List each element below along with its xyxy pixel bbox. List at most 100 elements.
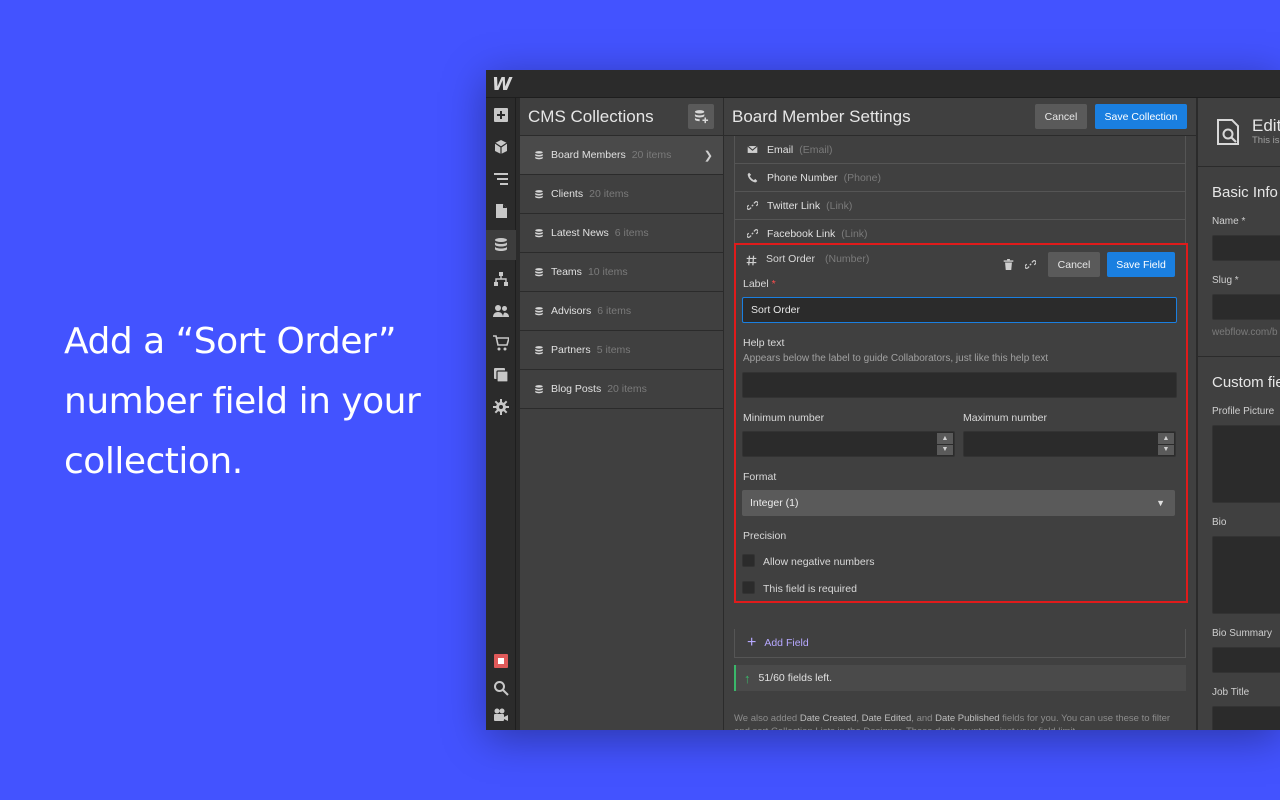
collection-count: 5 items	[596, 344, 631, 356]
cms-database-icon[interactable]	[486, 230, 516, 260]
left-toolbar: ?	[486, 98, 516, 730]
chevron-down-icon[interactable]: ▼	[1158, 444, 1174, 455]
label-input[interactable]: Sort Order	[742, 297, 1177, 323]
bio-input[interactable]	[1212, 536, 1280, 614]
minimum-number-stepper[interactable]: ▲ ▼	[937, 433, 953, 455]
envelope-icon	[747, 145, 758, 153]
save-field-button[interactable]: Save Field	[1107, 252, 1175, 277]
field-type: (Link)	[841, 227, 868, 240]
cube-icon[interactable]	[486, 132, 516, 162]
save-collection-button[interactable]: Save Collection	[1095, 104, 1187, 129]
collection-name: Advisors	[551, 305, 592, 317]
collection-item[interactable]: Blog Posts 20 items	[520, 370, 723, 409]
slug-input[interactable]	[1212, 294, 1280, 320]
help-text-subtitle: Appears below the label to guide Collabo…	[743, 353, 1049, 364]
field-row-email[interactable]: Email (Email)	[734, 136, 1186, 164]
link-icon	[747, 201, 758, 210]
chevron-right-icon: ❯	[703, 150, 713, 162]
minimum-number-heading: Minimum number	[743, 412, 825, 424]
field-type: (Email)	[799, 143, 833, 156]
precision-heading: Precision	[743, 530, 787, 542]
collections-header: CMS Collections	[520, 98, 723, 136]
label-heading: Label *	[743, 278, 776, 290]
cms-collections-panel: CMS Collections Board Members 20 items ❯ Cl…	[520, 98, 724, 730]
sort-order-field-editor: Sort Order (Number) Cancel Save Field La…	[734, 243, 1188, 603]
required-checkbox[interactable]	[742, 581, 755, 594]
maximum-number-input[interactable]: ▲ ▼	[963, 431, 1176, 457]
required-label: This field is required	[763, 583, 857, 595]
help-icon[interactable]: ?	[486, 727, 516, 730]
collection-count: 20 items	[631, 149, 672, 161]
settings-title: Board Member Settings	[732, 107, 911, 126]
link-icon[interactable]	[1025, 259, 1036, 270]
number-hash-icon	[746, 255, 757, 266]
collection-count: 20 items	[607, 383, 647, 395]
editor-field-name: Sort Order	[766, 253, 816, 265]
allow-negative-checkbox[interactable]	[742, 554, 755, 567]
editor-field-type: (Number)	[825, 253, 870, 265]
collection-item[interactable]: Latest News 6 items	[520, 214, 723, 253]
chevron-down-icon[interactable]: ▼	[937, 444, 953, 455]
minimum-number-input[interactable]: ▲ ▼	[742, 431, 955, 457]
navigator-icon[interactable]	[486, 164, 516, 194]
collection-item[interactable]: Advisors 6 items	[520, 292, 723, 331]
collection-item[interactable]: Teams 10 items	[520, 253, 723, 292]
database-icon	[535, 345, 543, 354]
symbols-icon[interactable]	[486, 264, 516, 294]
assets-icon[interactable]	[486, 360, 516, 390]
pages-icon[interactable]	[486, 196, 516, 226]
cancel-field-button[interactable]: Cancel	[1048, 252, 1100, 277]
edit-panel-title: Edit	[1252, 116, 1280, 135]
headline-line-2: number field in your	[64, 381, 421, 422]
add-collection-button[interactable]	[688, 104, 714, 129]
fields-left-banner: ↑ 51/60 fields left.	[734, 665, 1186, 691]
edit-item-panel: Edit This is Basic Info Name * Slug * we…	[1196, 98, 1280, 730]
format-select[interactable]: Integer (1) ▼	[742, 490, 1175, 516]
job-title-input[interactable]	[1212, 706, 1280, 730]
bio-summary-label: Bio Summary	[1212, 628, 1273, 639]
collection-name: Latest News	[551, 227, 609, 239]
edit-document-icon	[1217, 119, 1239, 145]
bio-summary-input[interactable]	[1212, 647, 1280, 673]
name-label: Name *	[1212, 216, 1246, 227]
chevron-up-icon[interactable]: ▲	[1158, 433, 1174, 444]
database-icon	[535, 306, 543, 315]
field-list: Email (Email) Phone Number (Phone) Twitt…	[734, 136, 1186, 248]
collections-title: CMS Collections	[528, 107, 654, 126]
link-icon	[747, 229, 758, 238]
field-row-twitter[interactable]: Twitter Link (Link)	[734, 192, 1186, 220]
custom-fields-heading: Custom fie	[1212, 374, 1280, 391]
video-tutorials-icon[interactable]	[486, 700, 516, 730]
arrow-up-icon: ↑	[744, 670, 751, 686]
add-panel-icon[interactable]	[486, 100, 516, 130]
chevron-up-icon[interactable]: ▲	[937, 433, 953, 444]
settings-gear-icon[interactable]	[486, 392, 516, 422]
collection-name: Partners	[551, 344, 591, 356]
database-icon	[535, 150, 543, 159]
collection-item[interactable]: Clients 20 items	[520, 175, 723, 214]
field-name: Facebook Link	[767, 227, 836, 240]
basic-info-heading: Basic Info	[1212, 184, 1278, 201]
profile-picture-upload[interactable]	[1212, 425, 1280, 503]
date-fields-note: We also added Date Created, Date Edited,…	[734, 713, 1171, 730]
cancel-collection-button[interactable]: Cancel	[1035, 104, 1087, 129]
search-icon[interactable]	[486, 673, 516, 703]
collection-name: Blog Posts	[551, 383, 602, 395]
database-icon	[535, 384, 543, 393]
field-type: (Link)	[826, 199, 853, 212]
add-field-button[interactable]: + Add Field	[734, 629, 1186, 658]
collection-item[interactable]: Partners 5 items	[520, 331, 723, 370]
collection-item[interactable]: Board Members 20 items ❯	[520, 136, 723, 175]
users-icon[interactable]	[486, 296, 516, 326]
profile-picture-label: Profile Picture	[1212, 406, 1275, 417]
field-row-phone[interactable]: Phone Number (Phone)	[734, 164, 1186, 192]
webflow-logo[interactable]: W	[492, 74, 512, 95]
name-input[interactable]	[1212, 235, 1280, 261]
stop-recording-icon[interactable]	[486, 646, 516, 676]
trash-icon[interactable]	[1003, 259, 1014, 270]
help-text-input[interactable]	[742, 372, 1177, 398]
ecommerce-cart-icon[interactable]	[486, 328, 516, 358]
maximum-number-stepper[interactable]: ▲ ▼	[1158, 433, 1174, 455]
bio-label: Bio	[1212, 517, 1227, 528]
headline-line-3: collection.	[64, 441, 243, 482]
